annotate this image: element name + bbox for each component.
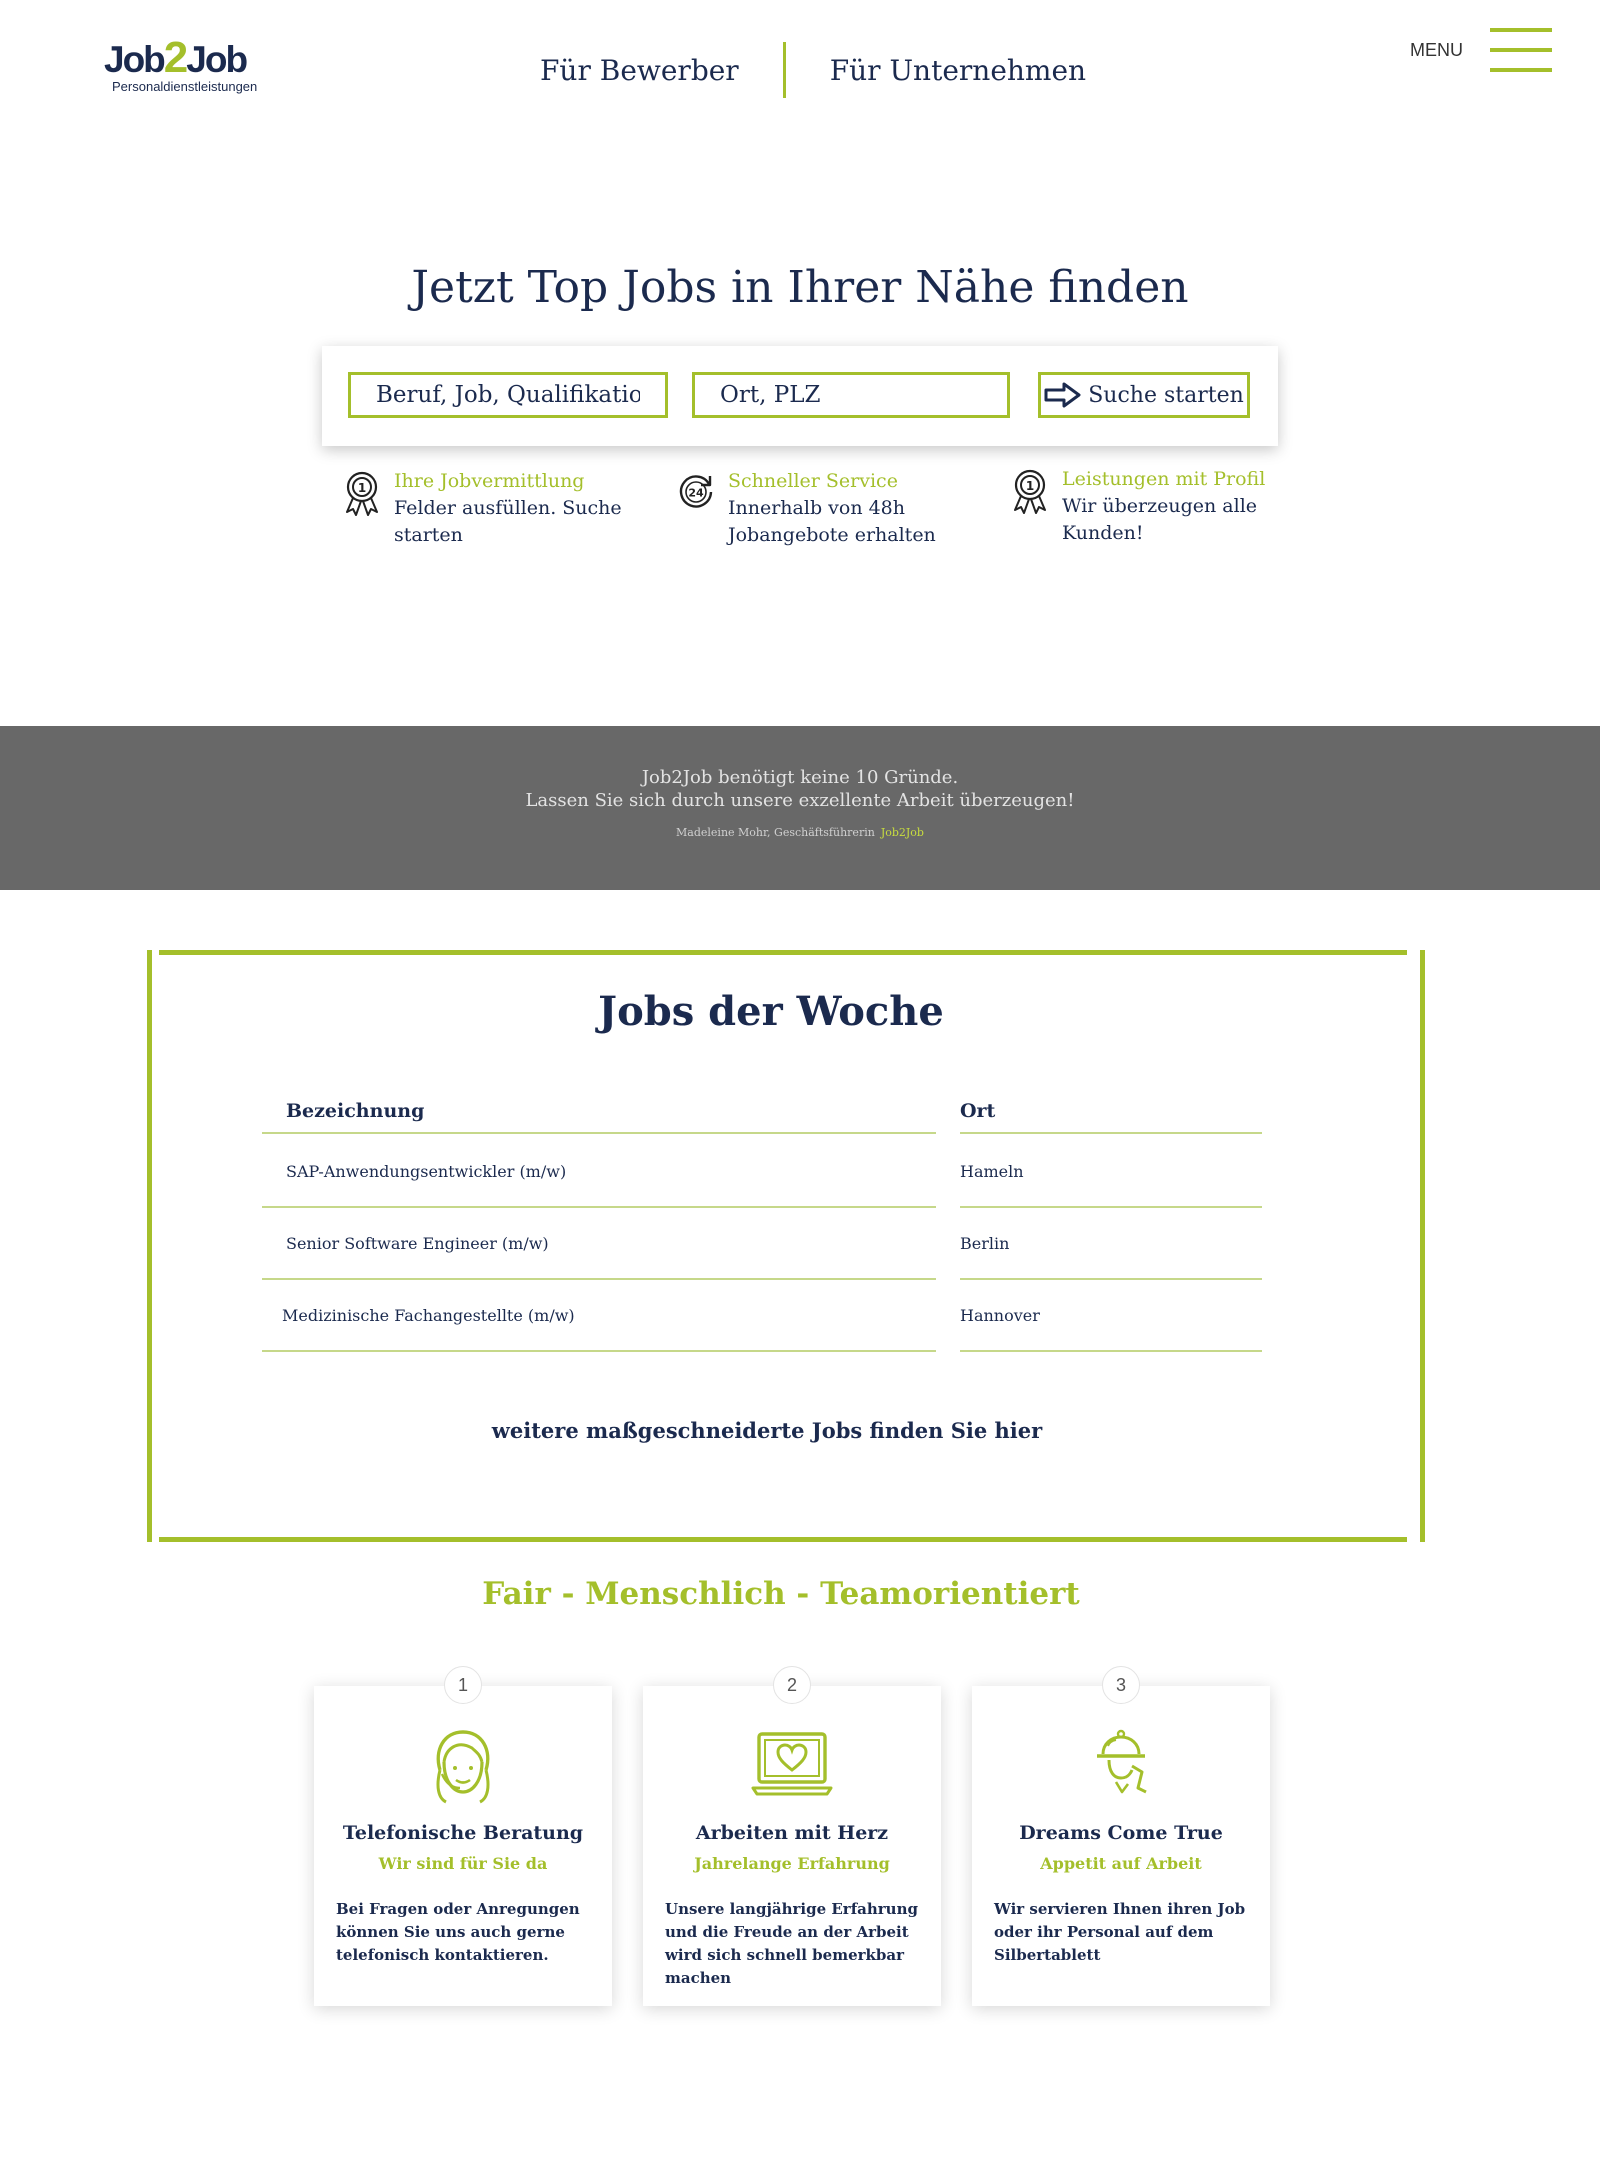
table-row[interactable]: SAP-Anwendungsentwickler (m/w) Hameln [262,1136,1262,1208]
location-search-input[interactable] [692,372,1010,418]
card-subtitle: Jahrelange Erfahrung [694,1854,890,1873]
job-title-cell[interactable]: Medizinische Fachangestellte (m/w) [262,1280,936,1352]
card-number: 2 [773,1666,811,1704]
card-title: Dreams Come True [1019,1822,1223,1844]
more-jobs-link[interactable]: weitere maßgeschneiderte Jobs finden Sie… [0,1418,1534,1443]
feature-text: Wir überzeugen alle Kunden! [1062,495,1258,544]
svg-text:24: 24 [688,487,704,500]
card-dreams-come-true: 3 Dreams Come True Appetit auf Arbeit Wi… [972,1666,1270,2006]
headset-woman-icon [436,1730,490,1804]
top-navigation: Für Bewerber Für Unternehmen [540,40,1086,100]
job-title-cell[interactable]: Senior Software Engineer (m/w) [262,1208,936,1280]
feature-title: Ihre Jobvermittlung [394,470,585,492]
jobs-title: Jobs der Woche [598,988,944,1035]
quote-author: Madeleine Mohr, Geschäftsführerin [676,826,875,839]
logo-subtitle: Personaldienstleistungen [112,79,258,94]
card-number: 3 [1102,1666,1140,1704]
nav-applicants-link[interactable]: Für Bewerber [540,54,739,87]
24h-icon: 24 [679,475,713,508]
award-icon: 1 [1014,469,1046,514]
quote-company: Job2Job [880,826,924,839]
search-button[interactable]: Suche starten [1038,372,1250,418]
job-location-cell: Berlin [960,1208,1262,1280]
hamburger-icon[interactable] [1490,28,1552,72]
job-title-cell[interactable]: SAP-Anwendungsentwickler (m/w) [262,1136,936,1208]
quote-band: Job2Job benötigt keine 10 Gründe. Lassen… [0,726,1600,890]
card-subtitle: Wir sind für Sie da [378,1854,548,1873]
hero-title: Jetzt Top Jobs in Ihrer Nähe finden [411,262,1189,313]
table-row[interactable]: Senior Software Engineer (m/w) Berlin [262,1208,1262,1280]
table-row[interactable]: Medizinische Fachangestellte (m/w) Hanno… [262,1280,1262,1352]
card-telefonische-beratung: 1 Telefonische Beratung Wir sind für Sie… [314,1666,612,2006]
tagline: Fair - Menschlich - Teamorientiert [482,1576,1080,1612]
card-arbeiten-mit-herz: 2 Arbeiten mit Herz Jahrelange Erfahrung… [643,1666,941,2006]
card-number: 1 [444,1666,482,1704]
quote-signature: Madeleine Mohr, Geschäftsführerin Job2Job [0,826,1600,839]
job-location-cell: Hameln [960,1136,1262,1208]
job-location-cell: Hannover [960,1280,1262,1352]
card-description: Bei Fragen oder Anregungen können Sie un… [336,1900,580,1964]
column-header-location: Ort [960,1090,1262,1134]
nav-divider [782,42,786,98]
search-panel: Suche starten [322,346,1278,446]
nav-companies-link[interactable]: Für Unternehmen [830,54,1086,87]
menu-label[interactable]: MENU [1410,40,1463,61]
logo-wordmark: Job2Job [104,33,248,82]
feature-text: Innerhalb von 48h Jobangebote erhalten [728,497,936,546]
card-title: Arbeiten mit Herz [695,1822,889,1844]
jobs-table: Bezeichnung Ort SAP-Anwendungsentwickler… [262,1090,1262,1352]
logo[interactable]: Job2Job Personaldienstleistungen [104,36,274,100]
quote-line-2: Lassen Sie sich durch unsere exzellente … [525,790,1075,811]
card-description: Wir servieren Ihnen ihren Job oder ihr P… [994,1900,1246,1964]
quote-line-1: Job2Job benötigt keine 10 Gründe. [641,767,959,788]
table-header: Bezeichnung Ort [262,1090,1262,1136]
feature-title: Schneller Service [728,470,898,492]
arrow-right-icon [1044,382,1081,408]
card-description: Unsere langjährige Erfahrung und die Fre… [665,1900,918,1987]
card-subtitle: Appetit auf Arbeit [1040,1854,1202,1873]
job-search-input[interactable] [348,372,668,418]
laptop-heart-icon [751,1732,833,1796]
search-button-label: Suche starten [1088,382,1244,408]
waiter-cloche-icon [1097,1729,1147,1794]
award-icon: 1 [346,471,378,516]
svg-text:1: 1 [1026,479,1034,493]
svg-text:1: 1 [358,481,366,495]
feature-title: Leistungen mit Profil [1062,468,1266,490]
column-header-title: Bezeichnung [262,1090,936,1134]
feature-text: Felder ausfüllen. Suche starten [394,497,622,546]
card-title: Telefonische Beratung [342,1822,584,1844]
